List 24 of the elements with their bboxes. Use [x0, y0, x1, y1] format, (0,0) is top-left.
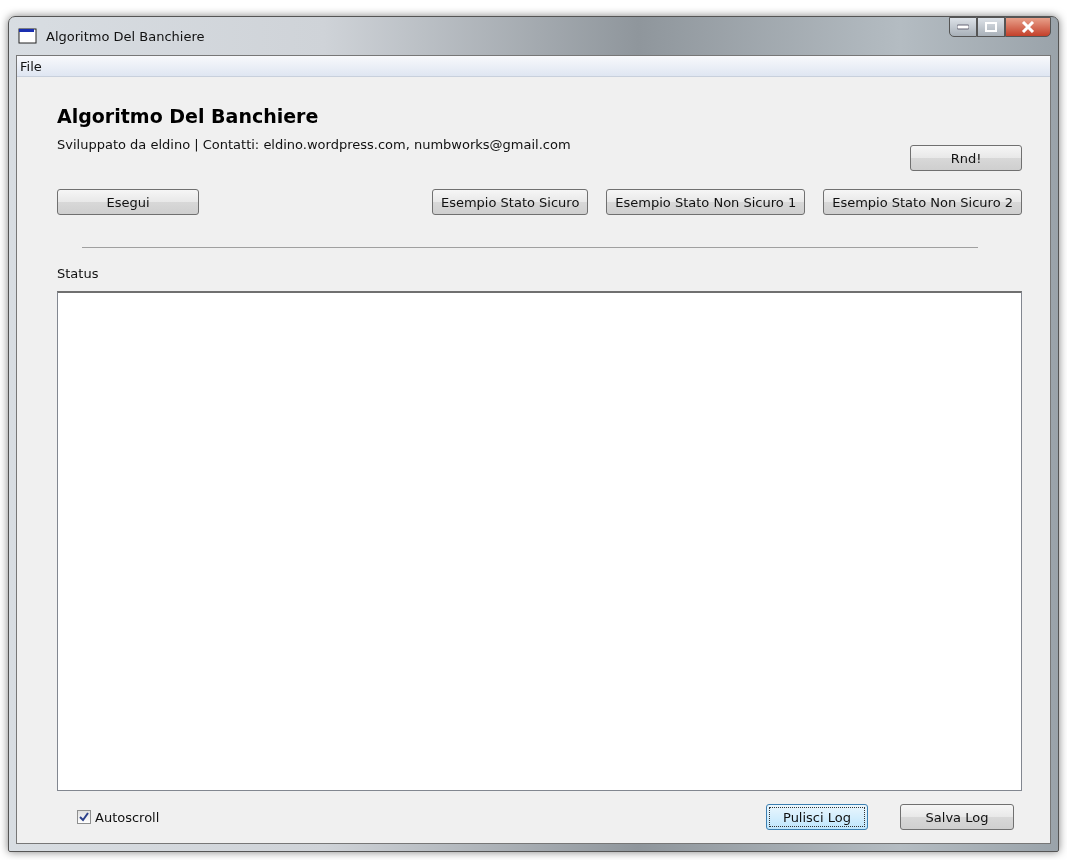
example-button[interactable]: Esempio Stato Non Sicuro 2	[823, 189, 1022, 215]
close-button[interactable]	[1005, 17, 1051, 37]
credits-text: Sviluppato da eldino | Contatti: eldino.wordpress.com, numbworks@gmail.com	[57, 137, 571, 152]
checkmark-icon	[79, 812, 89, 822]
autoscroll-label: Autoscroll	[95, 809, 160, 825]
status-log-field[interactable]	[57, 291, 1022, 791]
window-title: Algoritmo Del Banchiere	[46, 28, 205, 44]
app-heading: Algoritmo Del Banchiere	[57, 105, 320, 127]
maximize-icon	[985, 22, 997, 32]
log-button[interactable]: Salva Log	[900, 804, 1014, 830]
menu-item[interactable]: File	[17, 56, 48, 76]
run-button[interactable]: Esegui	[57, 189, 199, 215]
maximize-button[interactable]	[977, 17, 1005, 37]
autoscroll-checkbox[interactable]: Autoscroll	[77, 809, 160, 825]
close-icon	[1021, 21, 1035, 33]
minimize-button[interactable]	[949, 17, 977, 37]
window-icon	[18, 28, 38, 44]
minimize-icon	[957, 24, 969, 30]
example-button[interactable]: Esempio Stato Sicuro	[431, 189, 589, 215]
status-label: Status	[57, 266, 100, 281]
checkbox-box[interactable]	[77, 810, 91, 824]
random-button[interactable]: Rnd!	[910, 145, 1022, 171]
log-button[interactable]: Pulisci Log	[766, 804, 868, 830]
example-button[interactable]: Esempio Stato Non Sicuro 1	[606, 189, 806, 215]
